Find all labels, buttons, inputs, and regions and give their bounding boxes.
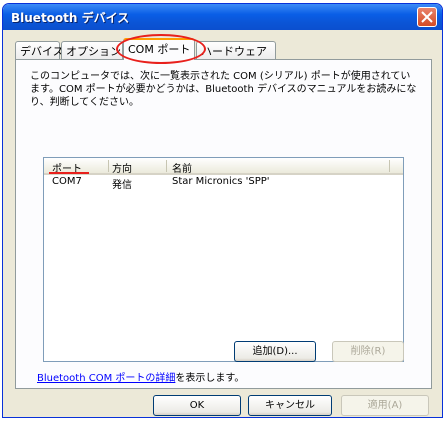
com-ports-panel: このコンピュータでは、次に一覧表示された COM (シリアル) ポートが使用され… xyxy=(15,59,432,389)
add-button[interactable]: 追加(D)... xyxy=(234,341,316,362)
apply-button[interactable]: 適用(A) xyxy=(341,395,429,416)
cancel-button[interactable]: キャンセル xyxy=(248,395,332,416)
cell-port: COM7 xyxy=(52,176,82,187)
title-bar[interactable]: Bluetooth デバイス xyxy=(3,4,442,30)
tab-hardware[interactable]: ハードウェア xyxy=(196,41,276,59)
com-port-details-link[interactable]: Bluetooth COM ポートの詳細 xyxy=(37,373,175,384)
tab-devices[interactable]: デバイス xyxy=(15,41,64,59)
cell-name: Star Micronics 'SPP' xyxy=(172,176,270,187)
remove-button[interactable]: 削除(R) xyxy=(332,341,404,362)
ok-button[interactable]: OK xyxy=(153,395,241,416)
table-row[interactable]: COM7 発信 Star Micronics 'SPP' xyxy=(44,176,403,191)
column-header-direction[interactable]: 方向 xyxy=(112,160,132,175)
highlight-underline xyxy=(49,172,89,174)
close-button[interactable] xyxy=(417,7,437,27)
description-text: このコンピュータでは、次に一覧表示された COM (シリアル) ポートが使用され… xyxy=(30,71,417,108)
close-icon xyxy=(421,11,433,23)
column-header-name[interactable]: 名前 xyxy=(172,160,192,175)
link-suffix-text: を表示します。 xyxy=(175,373,245,384)
column-separator[interactable] xyxy=(166,160,167,172)
column-separator[interactable] xyxy=(108,160,109,172)
column-separator[interactable] xyxy=(389,160,390,172)
list-header: ポート 方向 名前 xyxy=(44,158,403,175)
com-port-list[interactable]: ポート 方向 名前 COM7 発信 Star Micronics 'SPP' xyxy=(43,157,404,362)
bluetooth-devices-dialog: Bluetooth デバイス デバイス オプション COM ポート ハードウェア… xyxy=(2,3,443,418)
tab-com-ports[interactable]: COM ポート xyxy=(123,38,195,60)
com-port-details-link-line: Bluetooth COM ポートの詳細を表示します。 xyxy=(37,369,244,384)
tab-options[interactable]: オプション xyxy=(61,41,123,59)
window-title: Bluetooth デバイス xyxy=(11,11,130,25)
cell-direction: 発信 xyxy=(112,180,132,191)
